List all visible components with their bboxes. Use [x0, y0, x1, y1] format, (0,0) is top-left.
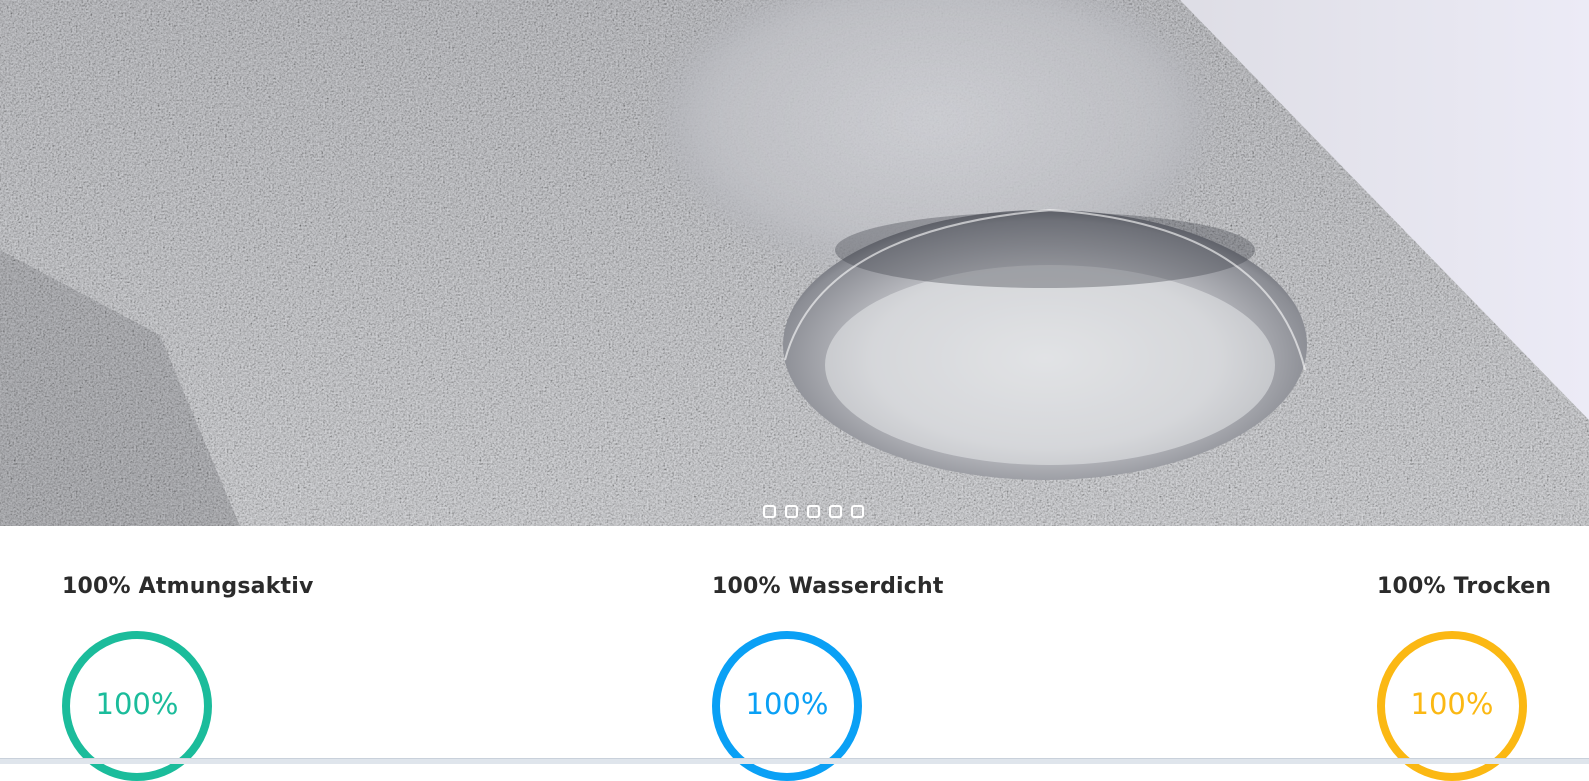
stat-title: 100% Wasserdicht — [712, 574, 944, 599]
slider-dot-3[interactable] — [807, 505, 820, 518]
hero-slider — [0, 0, 1589, 526]
slider-dot-2[interactable] — [785, 505, 798, 518]
stats-section: 100% Atmungsaktiv 100% 100% Wasserdicht … — [0, 526, 1589, 781]
hero-image — [0, 0, 1589, 526]
progress-value: 100% — [745, 687, 829, 721]
progress-value: 100% — [95, 687, 179, 721]
stat-title: 100% Trocken — [1377, 574, 1552, 599]
window-bottom-edge — [0, 758, 1589, 764]
progress-value: 100% — [1410, 687, 1494, 721]
slider-dot-5[interactable] — [851, 505, 864, 518]
slider-dot-4[interactable] — [829, 505, 842, 518]
stat-title: 100% Atmungsaktiv — [62, 574, 314, 599]
slider-pagination — [19, 505, 1589, 518]
slider-dot-1[interactable] — [763, 505, 776, 518]
